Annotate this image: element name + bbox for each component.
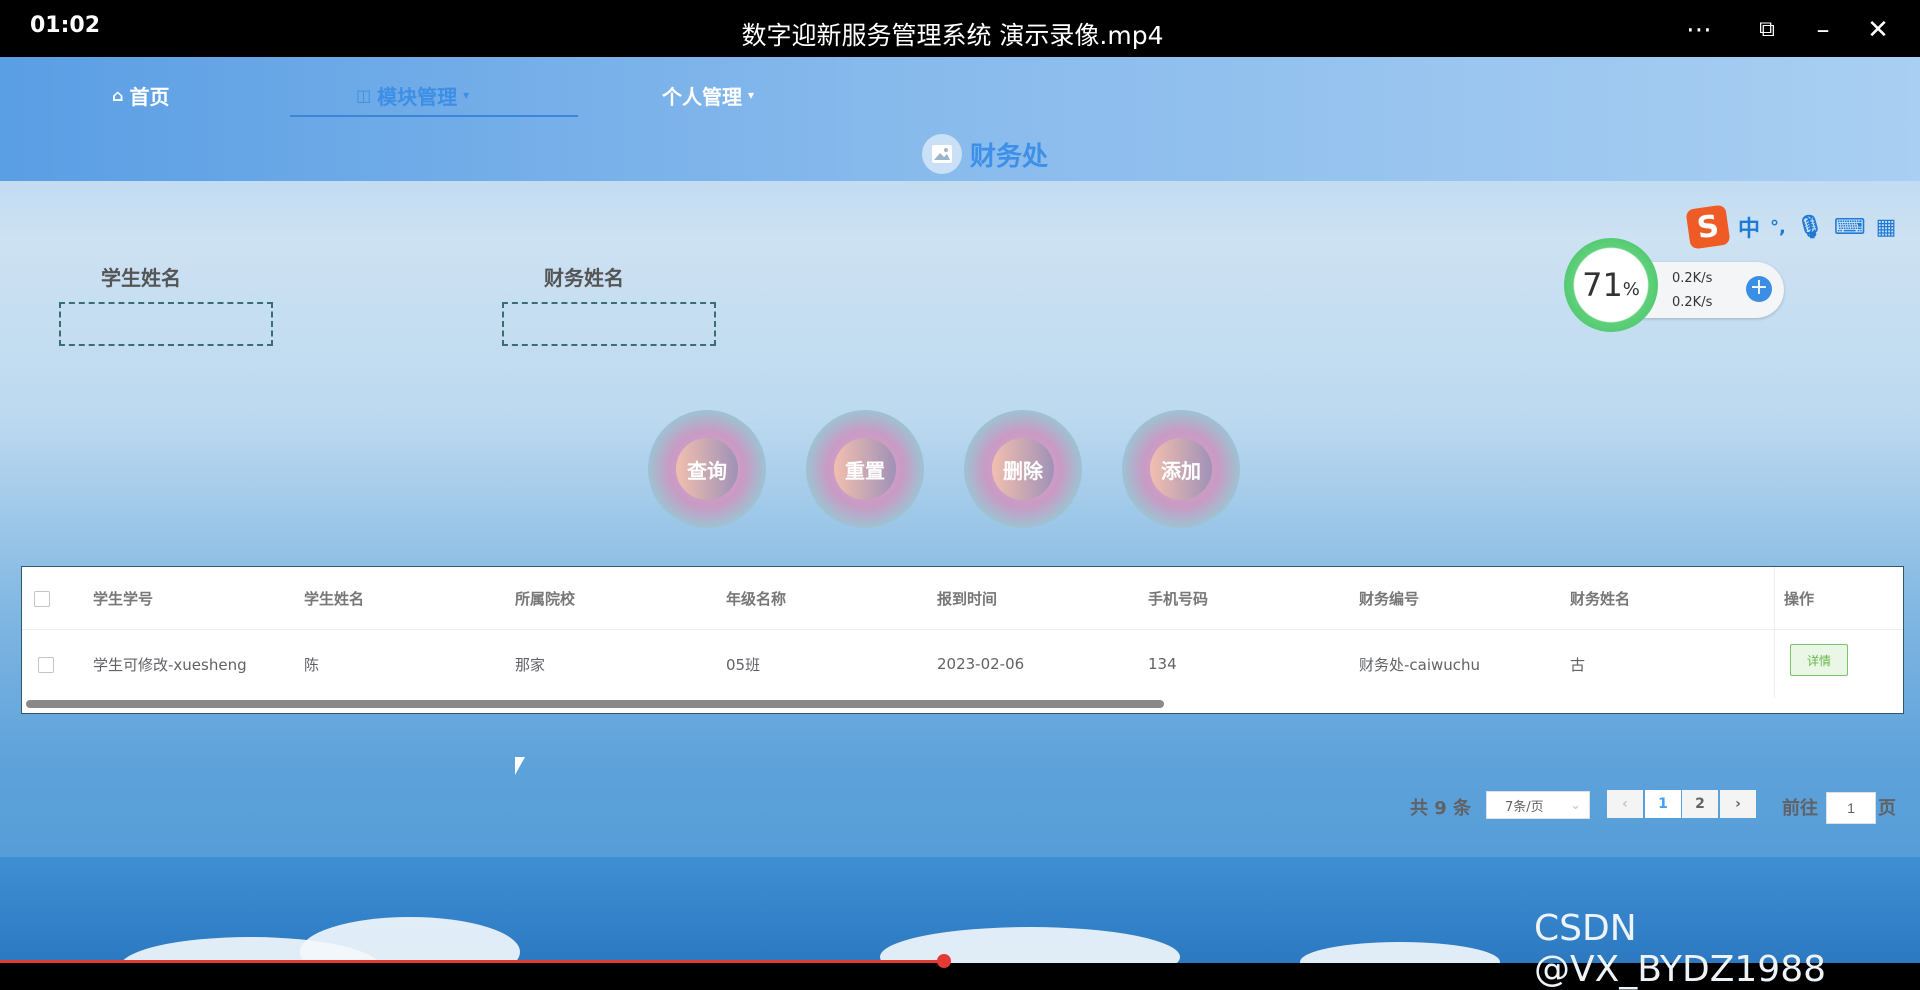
network-speed-panel: ↑ 0.2K/s ↓ 0.2K/s +	[1642, 262, 1784, 318]
cell-student-name: 陈	[304, 655, 320, 674]
query-button[interactable]: 查询	[648, 410, 766, 528]
query-button-label: 查询	[676, 438, 738, 500]
header-actions: 操作	[1784, 589, 1815, 608]
chevron-down-icon: ▾	[463, 88, 470, 102]
plus-icon[interactable]: +	[1746, 276, 1772, 302]
header-student-id: 学生学号	[93, 589, 154, 608]
network-monitor: ↑ 0.2K/s ↓ 0.2K/s + 71%	[1562, 238, 1786, 338]
page-size-select[interactable]: 7条/页 ⌄	[1486, 791, 1590, 819]
header-student-name: 学生姓名	[304, 589, 365, 608]
nav-home-label: 首页	[129, 84, 170, 109]
prev-page-button[interactable]: ‹	[1607, 790, 1643, 818]
header-phone: 手机号码	[1148, 589, 1209, 608]
cell-report-time: 2023-02-06	[937, 655, 1025, 673]
pagination-total: 共 9 条	[1410, 798, 1472, 819]
finance-table: 学生学号 学生姓名 所属院校 年级名称 报到时间 手机号码 财务编号 财务姓名 …	[21, 566, 1904, 714]
nav-home[interactable]: ⌂ 首页	[112, 76, 169, 114]
ime-punctuation[interactable]: °,	[1770, 217, 1786, 238]
header-college: 所属院校	[515, 589, 576, 608]
watermark: CSDN @VX_BYDZ1988	[1534, 908, 1827, 990]
delete-button[interactable]: 删除	[964, 410, 1082, 528]
video-title: 数字迎新服务管理系统 演示录像.mp4	[741, 21, 1164, 50]
detail-button[interactable]: 详情	[1790, 644, 1848, 676]
header-finance-id: 财务编号	[1359, 589, 1420, 608]
delete-button-label: 删除	[992, 438, 1054, 500]
page-size-value: 7条/页	[1505, 799, 1544, 815]
module-icon: ◫	[356, 85, 372, 105]
header-finance-name: 财务姓名	[1570, 589, 1631, 608]
mouse-cursor-icon	[515, 757, 535, 775]
fixed-column-divider	[1774, 567, 1775, 698]
reset-button[interactable]: 重置	[806, 410, 924, 528]
student-name-label: 学生姓名	[101, 266, 181, 290]
next-page-button[interactable]: ›	[1720, 790, 1756, 818]
minimize-icon[interactable]: –	[1805, 12, 1841, 48]
close-icon[interactable]: ✕	[1860, 12, 1896, 48]
chevron-down-icon: ⌄	[1570, 797, 1581, 813]
apps-grid-icon[interactable]: ▦	[1876, 215, 1897, 240]
add-button[interactable]: 添加	[1122, 410, 1240, 528]
home-icon: ⌂	[112, 85, 124, 105]
nav-personal-label: 个人管理	[662, 84, 742, 109]
finance-name-input[interactable]	[502, 302, 716, 346]
nav-module-management[interactable]: ◫ 模块管理 ▾	[356, 76, 469, 114]
scrollbar-thumb[interactable]	[26, 700, 1164, 708]
cell-college: 那家	[515, 655, 546, 674]
cell-finance-id: 财务处-caiwuchu	[1359, 655, 1481, 674]
percent-sign: %	[1622, 278, 1640, 300]
nav-module-label: 模块管理	[377, 84, 458, 109]
video-progress-handle[interactable]	[937, 954, 951, 968]
horizontal-scrollbar[interactable]	[24, 699, 1902, 709]
row-checkbox[interactable]	[38, 657, 54, 673]
memory-usage-gauge[interactable]: 71%	[1564, 238, 1658, 332]
cell-finance-name: 古	[1570, 655, 1586, 674]
add-button-label: 添加	[1150, 438, 1212, 500]
nav-active-underline	[290, 115, 578, 117]
finance-name-label: 财务姓名	[544, 266, 624, 290]
table-row: 学生可修改-xuesheng 陈 那家 05班 2023-02-06 134 财…	[22, 630, 1903, 698]
app-viewport: ⌂ 首页 ◫ 模块管理 ▾ 个人管理 ▾ 财务处 S 中 °, 🎙 ⌨ ▦ ↑	[0, 57, 1920, 963]
page-title: 财务处	[922, 133, 1048, 175]
page-1-button[interactable]: 1	[1645, 790, 1681, 818]
goto-label: 前往	[1782, 798, 1818, 819]
page-title-text: 财务处	[970, 141, 1049, 172]
picture-in-picture-icon[interactable]: ⧉	[1749, 12, 1785, 48]
top-header: ⌂ 首页 ◫ 模块管理 ▾ 个人管理 ▾ 财务处	[0, 57, 1920, 181]
page-2-button[interactable]: 2	[1682, 790, 1718, 818]
image-icon	[922, 134, 962, 174]
nav-personal-management[interactable]: 个人管理 ▾	[662, 76, 754, 114]
header-report-time: 报到时间	[937, 589, 998, 608]
player-titlebar: 01:02 数字迎新服务管理系统 演示录像.mp4 ⋯ ⧉ – ✕	[0, 0, 1920, 57]
table-header: 学生学号 学生姓名 所属院校 年级名称 报到时间 手机号码 财务编号 财务姓名 …	[22, 567, 1903, 630]
cell-grade: 05班	[726, 655, 761, 674]
keyboard-icon[interactable]: ⌨	[1834, 215, 1866, 240]
cell-student-id: 学生可修改-xuesheng	[93, 655, 247, 674]
microphone-icon[interactable]: 🎙	[1796, 215, 1824, 240]
goto-page-input[interactable]	[1826, 792, 1876, 824]
reset-button-label: 重置	[834, 438, 896, 500]
header-grade: 年级名称	[726, 589, 787, 608]
memory-usage-value: 71	[1582, 266, 1623, 304]
upload-speed: 0.2K/s	[1672, 271, 1713, 286]
download-speed: 0.2K/s	[1672, 295, 1713, 310]
student-name-input[interactable]	[59, 302, 273, 346]
select-all-checkbox[interactable]	[34, 591, 50, 607]
page-unit-label: 页	[1878, 798, 1896, 819]
more-icon[interactable]: ⋯	[1681, 12, 1717, 48]
chevron-down-icon: ▾	[748, 88, 755, 102]
cell-phone: 134	[1148, 655, 1177, 673]
